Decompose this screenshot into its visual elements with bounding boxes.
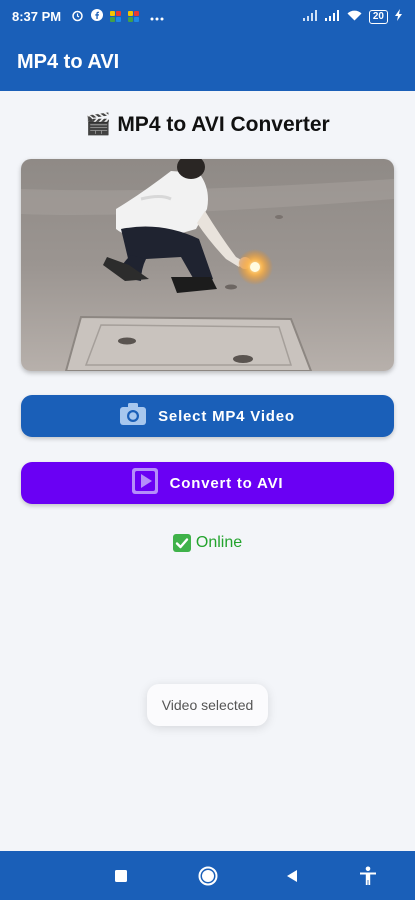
more-icon (150, 10, 164, 24)
square-icon (115, 870, 127, 882)
back-triangle-icon (287, 870, 297, 882)
toast-message: Video selected (147, 684, 268, 726)
circle-icon (198, 866, 218, 886)
convert-to-avi-button[interactable]: Convert to AVI (21, 462, 394, 504)
play-icon (131, 468, 158, 498)
battery-icon: 20 (368, 9, 388, 24)
home-button[interactable] (195, 863, 221, 889)
page-title: 🎬 MP4 to AVI Converter (0, 113, 415, 137)
signal-icon (302, 9, 318, 24)
back-button[interactable] (279, 863, 305, 889)
status-time: 8:37 PM (12, 9, 62, 24)
pinwheel-icon (110, 11, 122, 22)
navigation-bar (0, 851, 415, 900)
toast-text: Video selected (161, 697, 254, 713)
facebook-icon (91, 9, 104, 24)
accessibility-icon (360, 866, 376, 885)
signal-icon (324, 9, 340, 24)
alarm-icon (71, 9, 84, 25)
select-mp4-button[interactable]: Select MP4 Video (21, 395, 394, 437)
connection-status: Online (0, 534, 415, 552)
page-title-text: MP4 to AVI Converter (117, 113, 330, 136)
check-icon (172, 534, 191, 552)
recents-button[interactable] (108, 863, 134, 889)
app-bar-title: MP4 to AVI (17, 50, 120, 73)
select-mp4-button-label: Select MP4 Video (158, 407, 295, 425)
status-bar: 8:37 PM 20 (0, 0, 415, 33)
camera-icon (120, 403, 147, 429)
pinwheel-icon (128, 11, 140, 22)
app-bar: MP4 to AVI (0, 33, 415, 91)
connection-status-text: Online (195, 534, 243, 551)
accessibility-button[interactable] (355, 863, 381, 889)
video-thumbnail (21, 159, 394, 371)
charging-icon (395, 9, 403, 24)
clapperboard-icon: 🎬 (85, 113, 112, 136)
wifi-icon (347, 9, 362, 24)
convert-button-label: Convert to AVI (169, 474, 284, 492)
